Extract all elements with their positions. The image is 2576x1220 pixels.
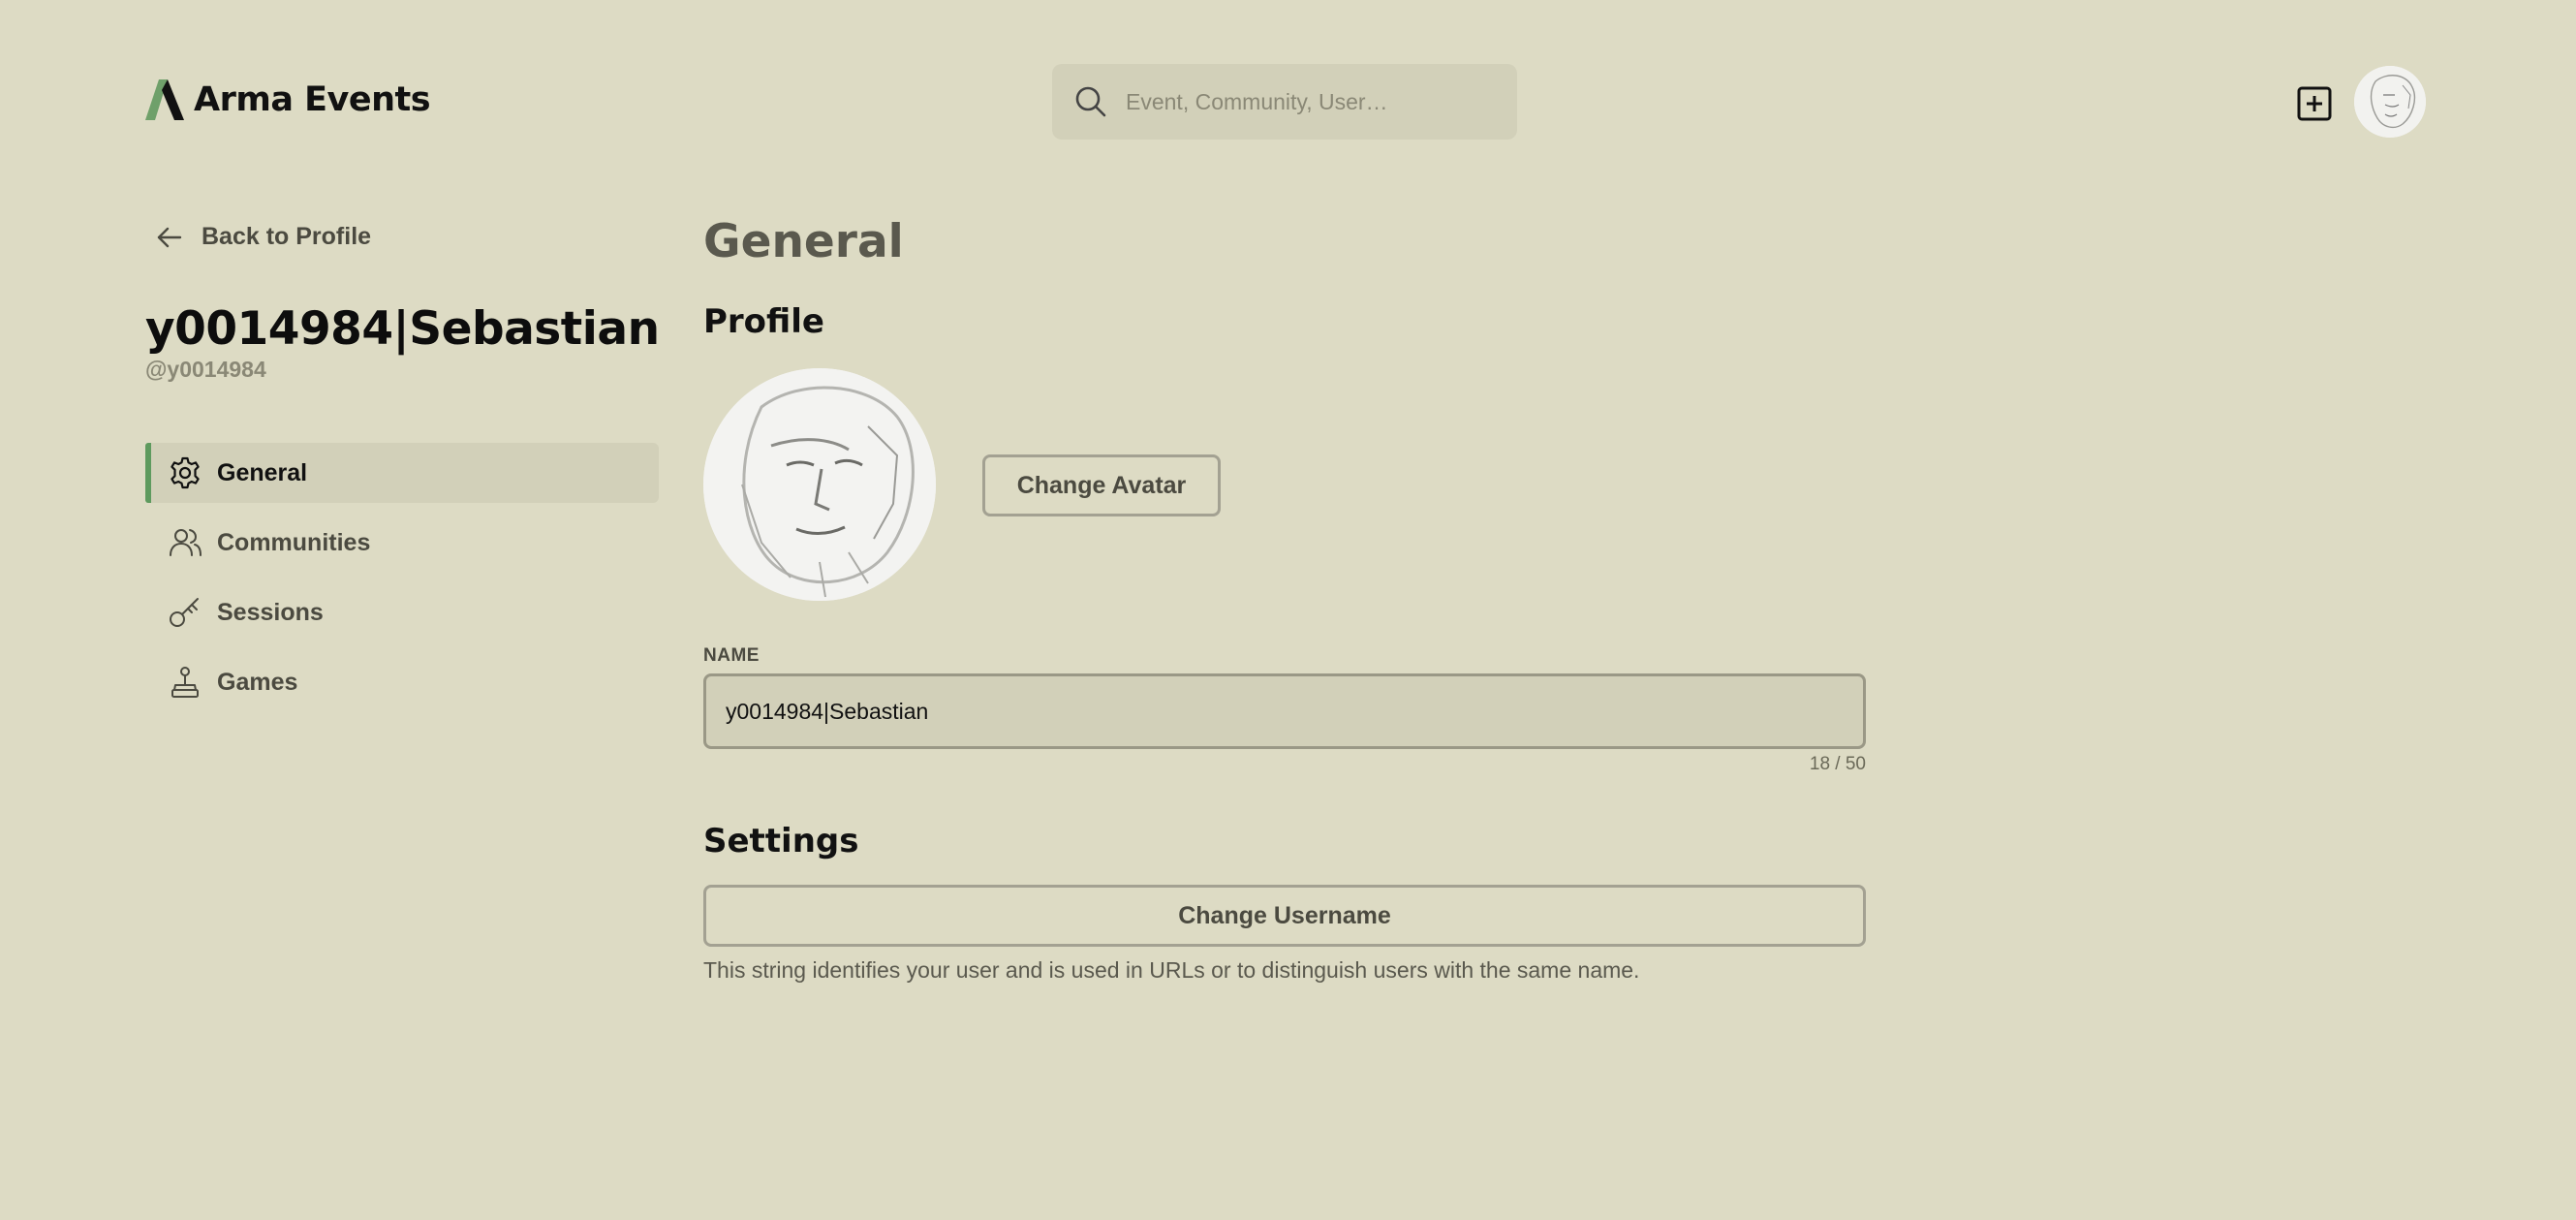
name-char-counter: 18 / 50 [1809,754,1866,774]
settings-nav: General Communities Sessions Games [145,443,659,722]
change-avatar-button[interactable]: Change Avatar [982,454,1221,516]
arrow-left-icon [157,227,182,247]
users-icon [170,529,202,556]
search-input[interactable] [1124,87,1492,116]
page-title: General [703,215,904,268]
search-icon [1075,86,1106,117]
nav-item-games[interactable]: Games [145,652,659,712]
change-username-button[interactable]: Change Username [703,885,1866,947]
name-field-label: NAME [703,645,760,666]
username-hint: This string identifies your user and is … [703,957,1640,983]
back-to-profile-label: Back to Profile [202,223,372,250]
brand-name: Arma Events [194,80,431,119]
nav-label: Games [217,668,298,696]
profile-avatar [703,368,936,601]
avatar-image [2354,66,2426,138]
user-handle: @y0014984 [145,357,266,382]
gear-icon [171,456,200,489]
nav-label: Sessions [217,598,324,626]
plus-square-icon[interactable] [2296,85,2333,122]
nav-label: General [217,458,308,486]
nav-label: Communities [217,528,371,556]
settings-heading: Settings [703,822,859,860]
arma-logo-icon [145,79,184,120]
key-icon [170,598,199,627]
joystick-icon [171,667,199,698]
user-avatar[interactable] [2354,66,2426,138]
brand-link[interactable]: Arma Events [145,79,431,120]
user-display-name: y0014984|Sebastian [145,302,660,356]
profile-heading: Profile [703,302,824,341]
search-bar[interactable] [1052,64,1517,140]
nav-item-sessions[interactable]: Sessions [145,582,659,642]
nav-item-communities[interactable]: Communities [145,513,659,573]
nav-item-general[interactable]: General [145,443,659,503]
name-field[interactable] [703,673,1866,749]
back-to-profile-link[interactable]: Back to Profile [155,223,371,251]
avatar-sketch-image [703,368,936,601]
